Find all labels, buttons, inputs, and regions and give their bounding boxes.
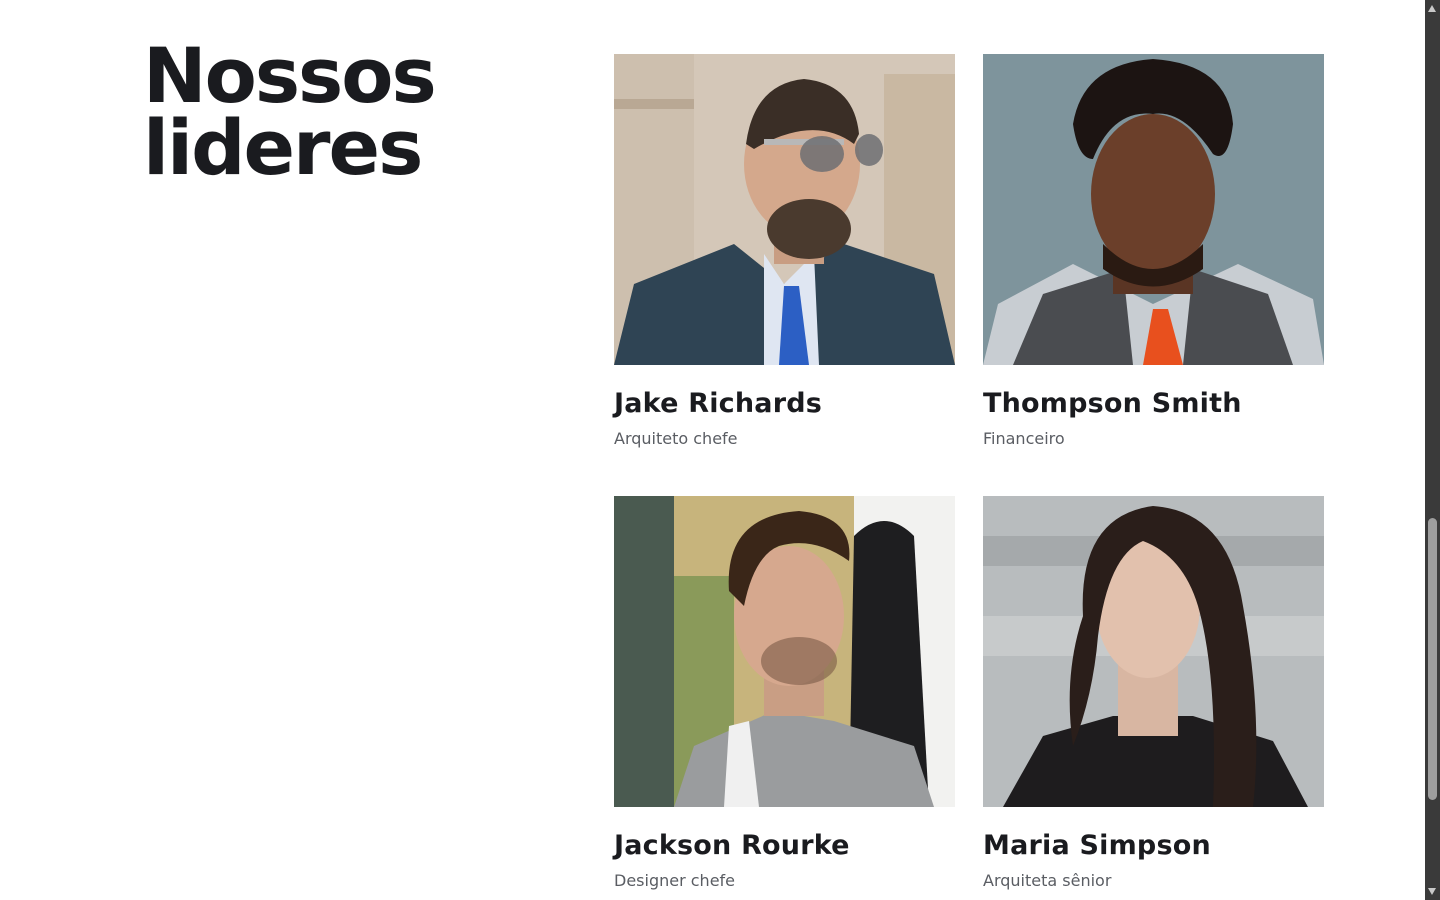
- leader-card: Jake Richards Arquiteto chefe: [614, 54, 955, 450]
- leader-card: Maria Simpson Arquiteta sênior: [983, 496, 1324, 892]
- arrow-up-icon[interactable]: [1428, 5, 1436, 12]
- scrollbar-thumb[interactable]: [1428, 518, 1437, 800]
- leader-role: Financeiro: [983, 429, 1065, 448]
- scrollbar[interactable]: [1425, 0, 1440, 900]
- leader-photo: [614, 54, 955, 365]
- leader-name: Maria Simpson: [983, 830, 1211, 861]
- leader-card: Thompson Smith Financeiro: [983, 54, 1324, 450]
- section-title: Nossos lideres: [143, 31, 437, 192]
- arrow-down-icon[interactable]: [1428, 888, 1436, 895]
- leader-name: Jake Richards: [614, 388, 823, 419]
- leader-role: Arquiteto chefe: [614, 429, 738, 448]
- leader-photo: [983, 54, 1324, 365]
- leader-name: Jackson Rourke: [614, 830, 850, 861]
- leader-name: Thompson Smith: [983, 388, 1242, 419]
- leader-photo: [614, 496, 955, 807]
- leader-card: Jackson Rourke Designer chefe: [614, 496, 955, 892]
- leader-role: Arquiteta sênior: [983, 871, 1112, 890]
- leader-role: Designer chefe: [614, 871, 736, 890]
- leader-photo: [983, 496, 1324, 807]
